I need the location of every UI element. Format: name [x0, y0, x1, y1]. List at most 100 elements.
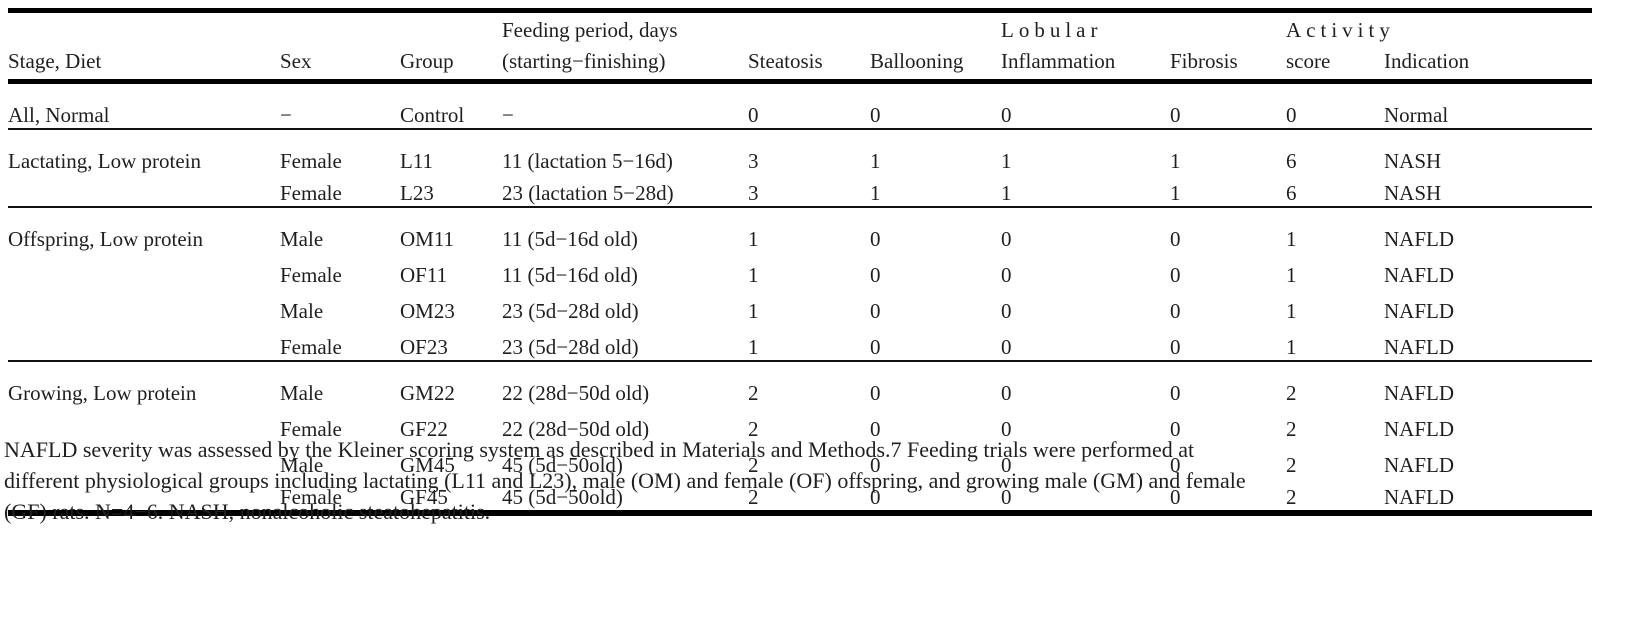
cell-sex: Male: [280, 381, 324, 405]
table-row: Male OM23 23 (5d−28d old) 1 0 0 0 1 NAFL…: [8, 288, 1592, 324]
cell-steatosis: 2: [748, 381, 759, 405]
header-activity-score: score: [1286, 49, 1331, 73]
table-row: Female L23 23 (lactation 5−28d) 3 1 1 1 …: [8, 174, 1592, 207]
cell-inflammation: 0: [1001, 227, 1012, 251]
cell-steatosis: 1: [748, 263, 759, 287]
cell-steatosis: 1: [748, 299, 759, 323]
header-fibrosis: Fibrosis: [1170, 49, 1238, 73]
cell-period: 23 (5d−28d old): [502, 335, 639, 359]
cell-period: −: [502, 103, 514, 127]
cell-indication: NAFLD: [1384, 335, 1455, 359]
cell-ballooning: 0: [870, 335, 881, 359]
cell-indication: Normal: [1384, 103, 1449, 127]
cell-steatosis: 3: [748, 181, 759, 205]
cell-sex: Male: [280, 299, 324, 323]
header-upper-feeding-period: Feeding period, days: [502, 18, 678, 42]
cell-period: 23 (lactation 5−28d): [502, 181, 674, 205]
cell-sex: Female: [280, 335, 342, 359]
cell-fibrosis: 0: [1170, 263, 1181, 287]
cell-inflammation: 0: [1001, 335, 1012, 359]
cell-stage: [8, 288, 280, 324]
cell-group: OM11: [400, 227, 455, 251]
cell-inflammation: 0: [1001, 381, 1012, 405]
cell-activity-score: 6: [1286, 149, 1297, 173]
cell-inflammation: 0: [1001, 299, 1012, 323]
table-header-upper-row: Feeding period, days Lobular Activity: [8, 13, 1592, 44]
header-upper-sex: [280, 13, 400, 44]
cell-activity-score: 0: [1286, 103, 1297, 127]
cell-sex: Female: [280, 181, 342, 205]
header-ballooning: Ballooning: [870, 49, 964, 73]
cell-inflammation: 1: [1001, 149, 1012, 173]
cell-indication: NASH: [1384, 149, 1442, 173]
table-header-lower-row: Stage, Diet Sex Group (starting−finishin…: [8, 44, 1592, 82]
cell-group: OM23: [400, 299, 455, 323]
cell-stage: [8, 174, 280, 207]
caption-line-2: different physiological groups including…: [4, 468, 1246, 493]
cell-indication: NAFLD: [1384, 381, 1455, 405]
cell-steatosis: 1: [748, 227, 759, 251]
cell-group: GM22: [400, 381, 455, 405]
header-sex: Sex: [280, 49, 312, 73]
cell-fibrosis: 0: [1170, 227, 1181, 251]
cell-inflammation: 1: [1001, 181, 1012, 205]
cell-group: OF11: [400, 263, 448, 287]
cell-fibrosis: 0: [1170, 381, 1181, 405]
cell-ballooning: 0: [870, 299, 881, 323]
caption-line-3: (GF) rats. N=4−6. NASH, nonalcoholic ste…: [4, 499, 491, 524]
cell-stage: Lactating, Low protein: [8, 149, 202, 173]
cell-activity-score: 6: [1286, 181, 1297, 205]
cell-ballooning: 0: [870, 263, 881, 287]
table-row: Offspring, Low protein Male OM11 11 (5d−…: [8, 208, 1592, 252]
cell-fibrosis: 1: [1170, 149, 1181, 173]
header-indication: Indication: [1384, 49, 1470, 73]
cell-ballooning: 0: [870, 103, 881, 127]
cell-group: Control: [400, 103, 465, 127]
cell-steatosis: 1: [748, 335, 759, 359]
header-inflammation: Inflammation: [1001, 49, 1116, 73]
cell-inflammation: 0: [1001, 103, 1012, 127]
cell-activity-score: 1: [1286, 335, 1297, 359]
header-steatosis: Steatosis: [748, 49, 823, 73]
cell-activity-score: 1: [1286, 227, 1297, 251]
cell-fibrosis: 1: [1170, 181, 1181, 205]
cell-period: 23 (5d−28d old): [502, 299, 639, 323]
header-upper-indication: [1384, 13, 1592, 44]
header-upper-activity: Activity: [1286, 18, 1395, 42]
cell-inflammation: 0: [1001, 263, 1012, 287]
table-caption: NAFLD severity was assessed by the Klein…: [4, 434, 1626, 527]
header-upper-stage: [8, 13, 280, 44]
cell-group: L11: [400, 149, 434, 173]
cell-sex: −: [280, 103, 292, 127]
cell-indication: NAFLD: [1384, 299, 1455, 323]
cell-activity-score: 1: [1286, 299, 1297, 323]
cell-sex: Female: [280, 263, 342, 287]
table-figure-page: Feeding period, days Lobular Activity St…: [0, 0, 1630, 618]
cell-ballooning: 1: [870, 149, 881, 173]
cell-indication: NAFLD: [1384, 227, 1455, 251]
cell-stage: All, Normal: [8, 103, 110, 127]
cell-stage: [8, 252, 280, 288]
cell-activity-score: 2: [1286, 381, 1297, 405]
cell-group: OF23: [400, 335, 448, 359]
cell-steatosis: 3: [748, 149, 759, 173]
cell-stage: Growing, Low protein: [8, 381, 197, 405]
header-upper-fibrosis: [1170, 13, 1286, 44]
cell-activity-score: 1: [1286, 263, 1297, 287]
cell-period: 11 (lactation 5−16d): [502, 149, 673, 173]
header-upper-ballooning: [870, 13, 1001, 44]
cell-indication: NAFLD: [1384, 263, 1455, 287]
header-stage-diet: Stage, Diet: [8, 49, 102, 73]
cell-steatosis: 0: [748, 103, 759, 127]
cell-stage: [8, 324, 280, 361]
cell-fibrosis: 0: [1170, 299, 1181, 323]
cell-ballooning: 1: [870, 181, 881, 205]
table-row: Lactating, Low protein Female L11 11 (la…: [8, 130, 1592, 174]
cell-fibrosis: 0: [1170, 335, 1181, 359]
cell-period: 11 (5d−16d old): [502, 227, 638, 251]
header-upper-group: [400, 13, 502, 44]
cell-fibrosis: 0: [1170, 103, 1181, 127]
header-upper-steatosis: [748, 13, 870, 44]
caption-line-1: NAFLD severity was assessed by the Klein…: [4, 437, 1195, 462]
header-group: Group: [400, 49, 454, 73]
